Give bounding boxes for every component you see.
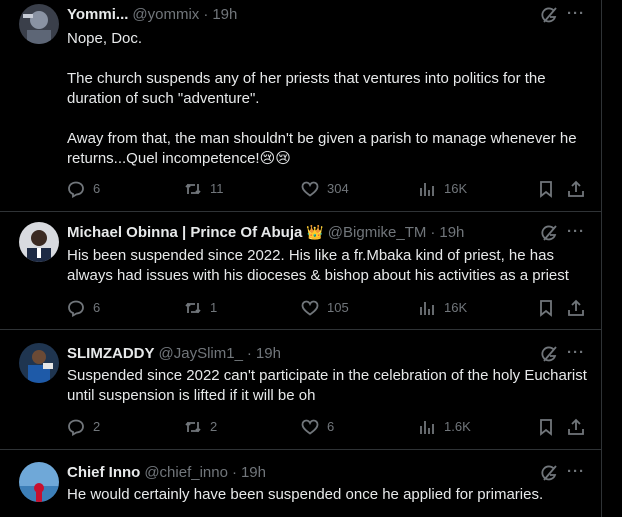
column-border: [601, 0, 602, 517]
timestamp[interactable]: 19h: [256, 345, 281, 362]
views-icon: [420, 421, 434, 434]
reply-button[interactable]: 6: [67, 299, 100, 317]
display-name[interactable]: Yommi...: [67, 6, 128, 23]
crown-badge: 👑: [306, 223, 324, 240]
like-icon: [301, 419, 319, 435]
display-name[interactable]: Chief Inno: [67, 464, 140, 481]
repost-count: 1: [210, 300, 218, 315]
repost-icon: [185, 302, 201, 314]
views-count: 16K: [444, 300, 468, 315]
tweet[interactable]: Michael Obinna | Prince Of Abuja 👑 @Bigm…: [0, 212, 601, 330]
views-button[interactable]: 16K: [418, 180, 467, 198]
more-icon[interactable]: ···: [567, 344, 585, 361]
reply-icon: [68, 300, 84, 317]
share-icon: [568, 180, 584, 197]
handle[interactable]: @Bigmike_TM: [328, 224, 427, 241]
tweet-line: Suspended since 2022 can't participate i…: [67, 367, 587, 404]
reply-count: 6: [93, 181, 101, 196]
repost-button[interactable]: 2: [184, 418, 217, 436]
like-button[interactable]: 304: [301, 180, 349, 198]
reply-count: 2: [93, 419, 101, 434]
separator: ·: [231, 463, 237, 481]
share-button[interactable]: [567, 180, 585, 203]
like-icon: [301, 300, 319, 316]
tweet-header: Michael Obinna | Prince Of Abuja 👑 @Bigm…: [67, 222, 464, 242]
bookmark-icon: [540, 181, 552, 198]
views-count: 16K: [444, 181, 468, 196]
repost-icon: [185, 183, 201, 195]
separator: ·: [203, 5, 209, 23]
reply-button[interactable]: 2: [67, 418, 100, 436]
bookmark-button[interactable]: [537, 299, 555, 322]
tweet-line: He would certainly have been suspended o…: [67, 486, 544, 503]
bookmark-icon: [540, 419, 552, 436]
like-icon: [301, 181, 319, 197]
display-name[interactable]: Michael Obinna | Prince Of Abuja: [67, 224, 302, 241]
reply-icon: [68, 419, 84, 436]
repost-count: 11: [210, 181, 224, 196]
tweet-line: Away from that, the man shouldn't be giv…: [67, 130, 577, 167]
repost-icon: [185, 421, 201, 433]
action-bar: 6 1 105 16K: [67, 299, 587, 319]
like-count: 6: [327, 419, 335, 434]
action-bar: 2 2 6 1.6K: [67, 418, 587, 438]
display-name[interactable]: SLIMZADDY: [67, 345, 155, 362]
like-count: 105: [327, 300, 349, 315]
views-button[interactable]: 16K: [418, 299, 467, 317]
reply-icon: [68, 181, 84, 198]
grok-icon[interactable]: [540, 224, 558, 242]
grok-icon[interactable]: [540, 6, 558, 24]
repost-button[interactable]: 11: [184, 180, 224, 198]
more-icon[interactable]: ···: [567, 463, 585, 480]
tweet[interactable]: Yommi... @yommix · 19h ··· Nope, Doc. Th…: [0, 0, 601, 212]
handle[interactable]: @yommix: [132, 6, 199, 23]
tweet-line: The church suspends any of her priests t…: [67, 70, 546, 107]
tweet-header: SLIMZADDY @JaySlim1_ · 19h: [67, 343, 281, 363]
reply-button[interactable]: 6: [67, 180, 100, 198]
more-icon[interactable]: ···: [567, 223, 585, 240]
tweet-header: Yommi... @yommix · 19h: [67, 4, 237, 24]
avatar[interactable]: [19, 462, 59, 502]
grok-icon[interactable]: [540, 464, 558, 482]
tweet-text: His been suspended since 2022. His like …: [67, 246, 587, 286]
views-icon: [420, 302, 434, 315]
repost-count: 2: [210, 419, 218, 434]
timestamp[interactable]: 19h: [439, 224, 464, 241]
grok-icon[interactable]: [540, 345, 558, 363]
bookmark-icon: [540, 300, 552, 317]
tweet-text: He would certainly have been suspended o…: [67, 485, 587, 505]
separator: ·: [246, 344, 252, 362]
avatar[interactable]: [19, 343, 59, 383]
handle[interactable]: @JaySlim1_: [159, 345, 243, 362]
tweet-line: Nope, Doc.: [67, 30, 143, 47]
share-button[interactable]: [567, 299, 585, 322]
reply-count: 6: [93, 300, 101, 315]
views-icon: [420, 183, 434, 196]
share-icon: [568, 418, 584, 435]
handle[interactable]: @chief_inno: [144, 464, 228, 481]
views-count: 1.6K: [444, 419, 471, 434]
bookmark-button[interactable]: [537, 418, 555, 441]
views-button[interactable]: 1.6K: [418, 418, 471, 436]
timestamp[interactable]: 19h: [241, 464, 266, 481]
timestamp[interactable]: 19h: [212, 6, 237, 23]
like-button[interactable]: 6: [301, 418, 334, 436]
tweet-line: His been suspended since 2022. His like …: [67, 247, 569, 284]
bookmark-button[interactable]: [537, 180, 555, 203]
separator: ·: [430, 223, 436, 241]
tweet[interactable]: SLIMZADDY @JaySlim1_ · 19h ··· Suspended…: [0, 330, 601, 450]
more-icon[interactable]: ···: [567, 5, 585, 22]
action-bar: 6 11 304 16K: [67, 180, 587, 200]
repost-button[interactable]: 1: [184, 299, 217, 317]
tweet-header: Chief Inno @chief_inno · 19h: [67, 462, 266, 482]
like-button[interactable]: 105: [301, 299, 349, 317]
avatar[interactable]: [19, 222, 59, 262]
share-button[interactable]: [567, 418, 585, 441]
tweet[interactable]: Chief Inno @chief_inno · 19h ··· He woul…: [0, 450, 601, 517]
tweet-text: Suspended since 2022 can't participate i…: [67, 366, 587, 406]
share-icon: [568, 299, 584, 316]
avatar[interactable]: [19, 4, 59, 44]
tweet-text: Nope, Doc. The church suspends any of he…: [67, 29, 587, 169]
like-count: 304: [327, 181, 349, 196]
